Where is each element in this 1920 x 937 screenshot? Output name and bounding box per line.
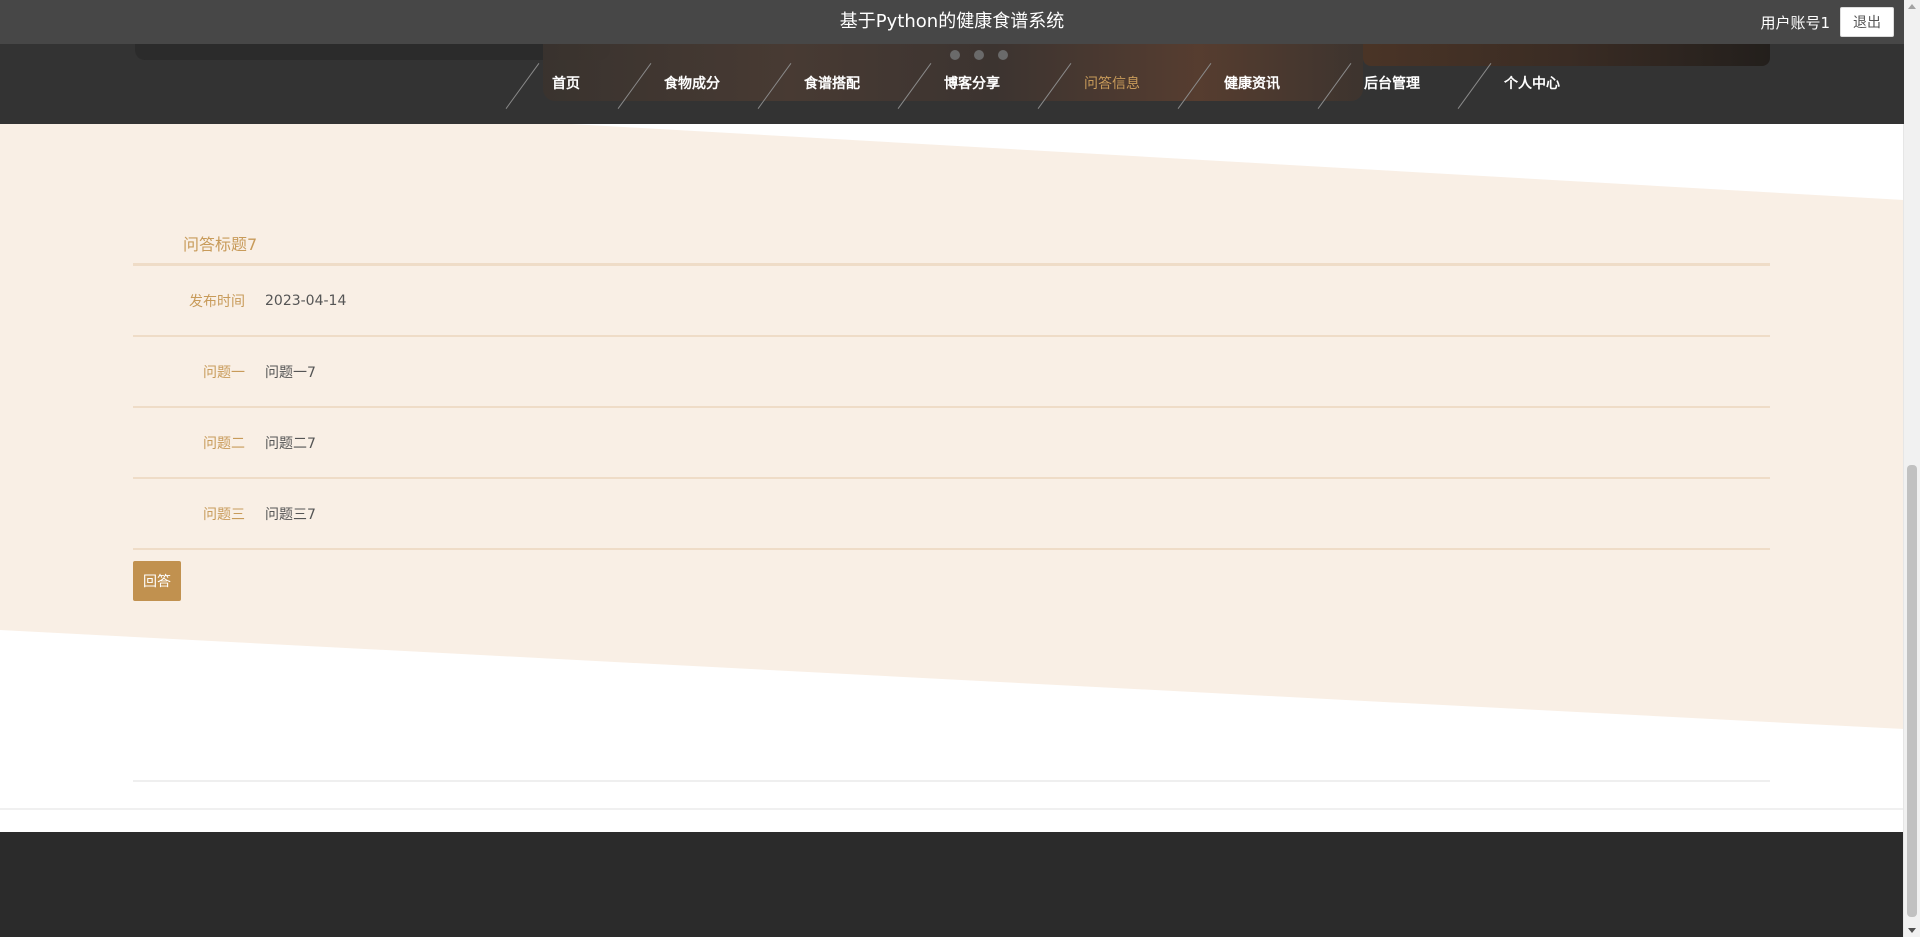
top-header: 基于Python的健康食谱系统 用户账号1 退出 bbox=[0, 0, 1904, 44]
answer-button[interactable]: 回答 bbox=[133, 561, 181, 601]
qa-title: 问答标题7 bbox=[133, 230, 1770, 266]
footer bbox=[0, 832, 1904, 937]
main-nav: 首页 食物成分 食谱搭配 博客分享 问答信息 健康资讯 后台管理 个人中心 bbox=[500, 44, 1592, 124]
row-label: 发布时间 bbox=[189, 293, 245, 310]
nav-item-blog[interactable]: 博客分享 bbox=[892, 44, 1032, 124]
row-value: 问题三7 bbox=[265, 506, 316, 523]
nav-bar: 首页 食物成分 食谱搭配 博客分享 问答信息 健康资讯 后台管理 个人中心 bbox=[0, 44, 1904, 124]
scrollbar-thumb[interactable] bbox=[1907, 465, 1917, 917]
scroll-down-icon[interactable] bbox=[1908, 928, 1916, 933]
username[interactable]: 用户账号1 bbox=[1760, 12, 1830, 33]
nav-item-admin[interactable]: 后台管理 bbox=[1312, 44, 1452, 124]
site-title: 基于Python的健康食谱系统 bbox=[839, 11, 1065, 32]
row-label: 问题二 bbox=[203, 435, 245, 452]
user-area: 用户账号1 退出 bbox=[1760, 6, 1894, 38]
row-value: 问题二7 bbox=[265, 435, 316, 452]
content-divider bbox=[133, 780, 1770, 782]
row-label: 问题一 bbox=[203, 364, 245, 381]
nav-item-recipe-pairing[interactable]: 食谱搭配 bbox=[752, 44, 892, 124]
nav-item-profile[interactable]: 个人中心 bbox=[1452, 44, 1592, 124]
nav-item-qa[interactable]: 问答信息 bbox=[1032, 44, 1172, 124]
page-scrollbar[interactable] bbox=[1903, 0, 1920, 937]
scroll-up-icon[interactable] bbox=[1908, 4, 1916, 9]
detail-row-publish-time: 发布时间 2023-04-14 bbox=[133, 266, 1770, 337]
logout-button[interactable]: 退出 bbox=[1840, 7, 1894, 37]
row-value: 2023-04-14 bbox=[265, 292, 347, 309]
row-label: 问题三 bbox=[203, 506, 245, 523]
detail-row-question-3: 问题三 问题三7 bbox=[133, 479, 1770, 550]
nav-item-home[interactable]: 首页 bbox=[500, 44, 612, 124]
nav-item-health-news[interactable]: 健康资讯 bbox=[1172, 44, 1312, 124]
nav-item-food-nutrition[interactable]: 食物成分 bbox=[612, 44, 752, 124]
detail-row-question-2: 问题二 问题二7 bbox=[133, 408, 1770, 479]
qa-detail: 问答标题7 发布时间 2023-04-14 问题一 问题一7 问题二 问题二7 … bbox=[133, 124, 1770, 601]
row-value: 问题一7 bbox=[265, 364, 316, 381]
main-content: 问答标题7 发布时间 2023-04-14 问题一 问题一7 问题二 问题二7 … bbox=[0, 124, 1904, 810]
detail-row-question-1: 问题一 问题一7 bbox=[133, 337, 1770, 408]
content-bottom-edge bbox=[0, 808, 1904, 810]
